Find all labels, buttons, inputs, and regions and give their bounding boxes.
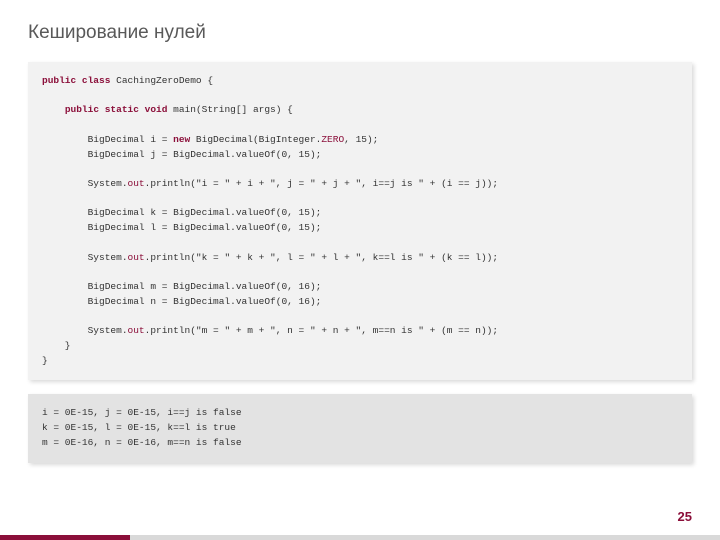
code-text: BigDecimal(BigInteger.	[190, 134, 321, 145]
footer-bar	[0, 535, 720, 540]
code-field: out	[128, 252, 145, 263]
code-field: ZERO	[321, 134, 344, 145]
code-field: out	[128, 325, 145, 336]
code-field: out	[128, 178, 145, 189]
code-keyword: public static void	[65, 104, 168, 115]
code-keyword: new	[173, 134, 190, 145]
code-text: .println("i = " + i + ", j = " + j + ", …	[42, 178, 498, 263]
slide-title: Кеширование нулей	[28, 22, 692, 44]
output-block: i = 0E-15, j = 0E-15, i==j is false k = …	[28, 394, 692, 462]
slide: Кеширование нулей public class CachingZe…	[0, 0, 720, 540]
footer-accent	[0, 535, 130, 540]
code-keyword: public class	[42, 75, 110, 86]
code-text: .println("k = " + k + ", l = " + l + ", …	[42, 252, 498, 337]
page-number: 25	[678, 509, 692, 524]
code-block: public class CachingZeroDemo { public st…	[28, 62, 692, 380]
footer-gray	[130, 535, 720, 540]
